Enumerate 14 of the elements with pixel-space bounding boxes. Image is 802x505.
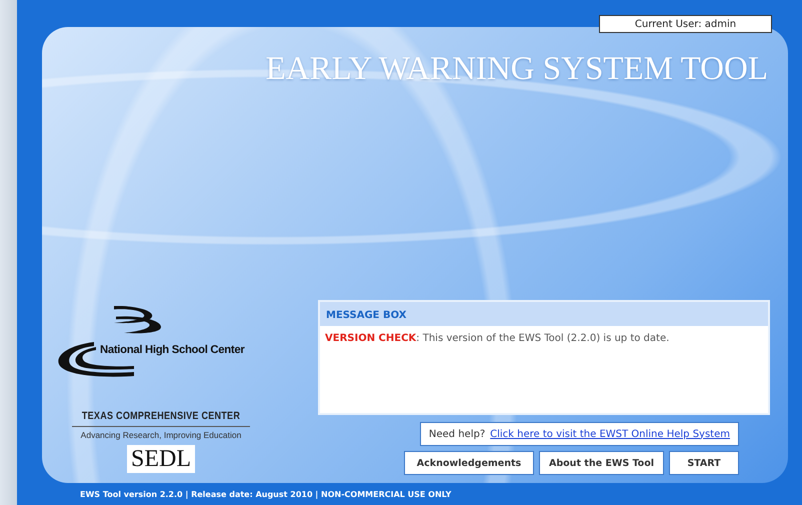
action-button[interactable]: Acknowledgements (404, 451, 534, 475)
action-button[interactable]: START (669, 451, 739, 475)
footer-text: EWS Tool version 2.2.0 | Release date: August 2010 | NON-COMMERCIAL USE ONLY (79, 489, 452, 499)
app-title: EARLY WARNING SYSTEM TOOL (264, 50, 769, 88)
message-box-heading: MESSAGE BOX (320, 302, 768, 326)
help-label: Need help? (428, 428, 486, 440)
help-link[interactable]: Click here to visit the EWST Online Help System (490, 428, 730, 440)
message-text: VERSION CHECK: This version of the EWS Tool (2.2.0) is up to date. (324, 332, 670, 346)
logo-text: TEXAS COMPREHENSIVE CENTER (82, 410, 240, 422)
current-user-label: Current User: admin (599, 15, 772, 33)
logo-tagline: Advancing Research, Improving Education (80, 430, 242, 440)
logo-text: SEDL (127, 445, 195, 473)
action-button[interactable]: About the EWS Tool (539, 451, 664, 475)
logo-text: National High School Center (100, 344, 244, 356)
